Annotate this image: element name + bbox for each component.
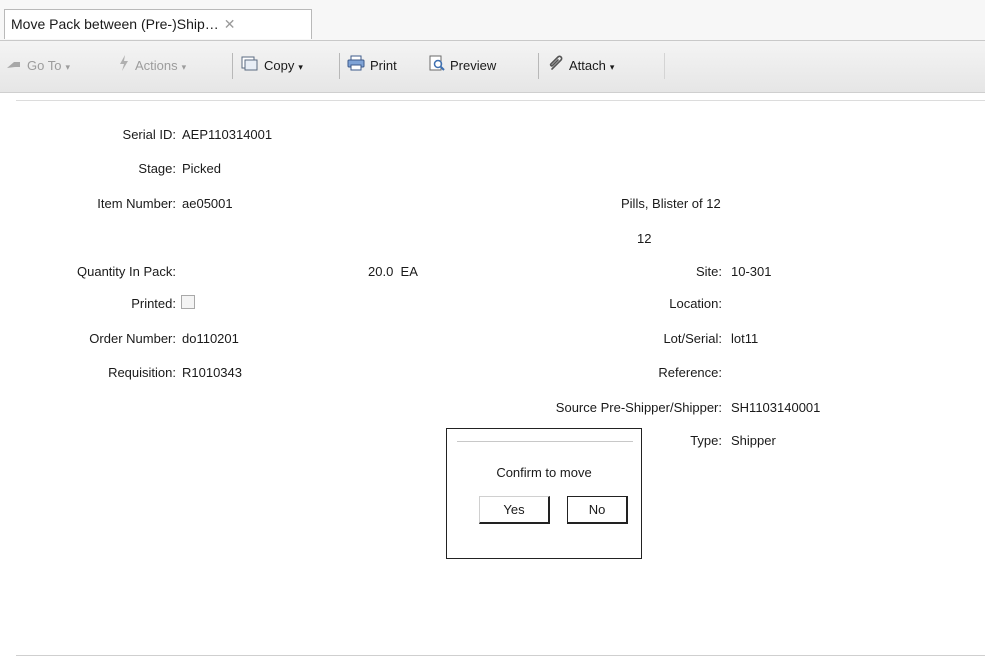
serial-id-value: AEP110314001: [182, 127, 273, 142]
tab-move-pack[interactable]: Move Pack between (Pre-)Ship… ✕: [4, 9, 312, 39]
tab-title: Move Pack between (Pre-)Ship…: [11, 16, 219, 32]
goto-arrow-icon: [6, 53, 22, 81]
quantity-value: 20.0 EA: [368, 264, 418, 279]
location-label: Location:: [669, 296, 722, 311]
quantity-label: Quantity In Pack:: [77, 264, 176, 279]
confirm-dialog: Confirm to move Yes No: [446, 428, 642, 559]
no-button[interactable]: No: [567, 496, 628, 524]
form-top-divider: [16, 100, 985, 101]
chevron-down-icon: ▾: [298, 61, 303, 72]
yes-button[interactable]: Yes: [479, 496, 550, 524]
copy-label: Copy: [264, 58, 295, 73]
actions-label: Actions: [135, 58, 178, 73]
site-label: Site:: [695, 264, 722, 279]
source-shipper-value: SH1103140001: [731, 400, 821, 415]
toolbar-separator: [664, 53, 665, 79]
serial-id-label: Serial ID:: [122, 127, 176, 142]
attach-button[interactable]: Attach ▾: [548, 52, 614, 80]
goto-button[interactable]: Go To ▾: [6, 52, 70, 80]
attach-label: Attach: [569, 58, 606, 73]
close-tab-icon[interactable]: ✕: [224, 16, 236, 32]
stage-value: Picked: [182, 161, 222, 176]
item-number-label: Item Number:: [97, 196, 176, 211]
toolbar-separator: [232, 53, 233, 79]
copy-button[interactable]: Copy ▾: [241, 52, 303, 80]
goto-label: Go To: [27, 58, 62, 73]
printed-label: Printed:: [131, 296, 176, 311]
form-bottom-divider: [16, 655, 985, 656]
quantity-number: 20.0: [368, 264, 394, 279]
lot-serial-label: Lot/Serial:: [663, 331, 722, 346]
toolbar: Go To ▾ Actions ▾ Copy ▾ Print Preview Atta…: [0, 40, 985, 93]
item-description: Pills, Blister of 12: [621, 196, 721, 211]
order-number-value: do110201: [182, 331, 239, 346]
copy-icon: [241, 53, 259, 81]
site-value: 10-301: [731, 264, 772, 279]
preview-icon: [429, 53, 445, 81]
paperclip-icon: [548, 53, 564, 81]
lot-serial-value: lot11: [731, 331, 759, 346]
item-number-value: ae05001: [182, 196, 233, 211]
reference-label: Reference:: [658, 365, 722, 380]
print-label: Print: [370, 58, 397, 73]
requisition-value: R1010343: [182, 365, 242, 380]
stage-label: Stage:: [138, 161, 176, 176]
toolbar-separator: [538, 53, 539, 79]
requisition-label: Requisition:: [108, 365, 176, 380]
chevron-down-icon: ▾: [181, 61, 187, 72]
item-description-2: 12: [637, 231, 652, 246]
print-button[interactable]: Print: [347, 52, 397, 80]
order-number-label: Order Number:: [89, 331, 176, 346]
confirm-message: Confirm to move: [496, 465, 592, 480]
dialog-divider: [457, 441, 633, 442]
tab-strip: Move Pack between (Pre-)Ship… ✕: [0, 0, 985, 40]
preview-label: Preview: [450, 58, 497, 73]
quantity-unit: EA: [400, 264, 418, 279]
actions-button[interactable]: Actions ▾: [118, 52, 186, 80]
actions-lightning-icon: [118, 53, 130, 81]
preview-button[interactable]: Preview: [429, 52, 496, 80]
toolbar-separator: [339, 53, 340, 79]
type-value: Shipper: [731, 433, 776, 448]
chevron-down-icon: ▾: [65, 61, 70, 72]
type-label: Type:: [690, 433, 722, 448]
printed-checkbox[interactable]: [181, 295, 195, 309]
chevron-down-icon: ▾: [609, 61, 615, 72]
source-shipper-label: Source Pre-Shipper/Shipper:: [555, 400, 722, 415]
printer-icon: [347, 53, 365, 81]
